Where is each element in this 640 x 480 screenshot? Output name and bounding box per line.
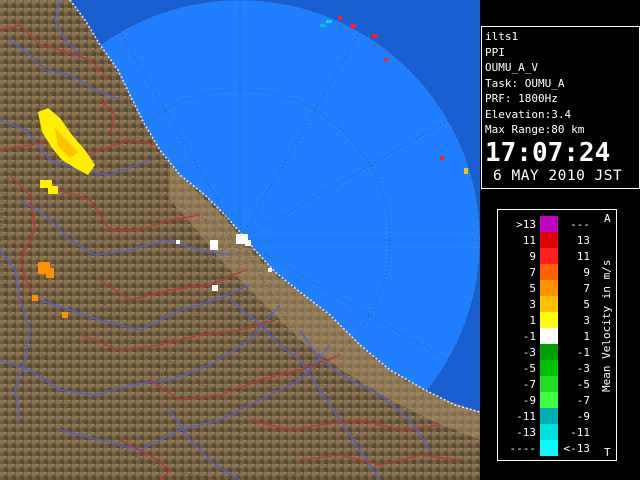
scan-date: 6 MAY 2010 JST [493, 167, 623, 184]
max-range-value: Max Range:80 km [485, 123, 585, 136]
task-name: Task: OUMU_A [485, 76, 565, 90]
legend-left-label: 7 [529, 266, 536, 279]
legend-right-label: -5 [577, 378, 590, 391]
legend-swatch [540, 440, 558, 456]
legend-left-label: -7 [523, 378, 536, 391]
legend-right-label: 5 [583, 298, 590, 311]
legend-bottom-marker: T [604, 446, 611, 459]
legend-right-label: -11 [570, 426, 590, 439]
legend-right-label: 1 [583, 330, 590, 343]
legend-swatch [540, 328, 558, 344]
legend-left-label: ---- [510, 442, 537, 455]
scan-time: 17:07:24 [485, 137, 611, 168]
legend-swatch [540, 376, 558, 392]
legend-left-label: -13 [516, 426, 536, 439]
legend-swatch [540, 296, 558, 312]
scan-mode: PPI [485, 45, 505, 59]
legend-left-label: 11 [523, 234, 536, 247]
radar-map[interactable] [0, 0, 480, 480]
elevation-value: Elevation:3.4 [485, 107, 572, 121]
station-name: ilts1 [485, 30, 519, 43]
legend-title: Mean Velocity in m/s [600, 260, 613, 392]
legend-swatch [540, 232, 558, 248]
prf-value: PRF: 1800Hz [485, 92, 558, 105]
legend-right-label: <-13 [564, 442, 591, 455]
legend-right-label: -7 [577, 394, 590, 407]
legend-left-label: 1 [529, 314, 536, 327]
legend-swatch [540, 264, 558, 280]
legend-right-label: 11 [577, 250, 590, 263]
legend-swatch [540, 280, 558, 296]
legend-left-label: -3 [523, 346, 536, 359]
legend-swatch [540, 408, 558, 424]
legend-right-label: 7 [583, 282, 590, 295]
legend-swatch [540, 360, 558, 376]
legend-right-label: 13 [577, 234, 590, 247]
legend-right-label: 9 [583, 266, 590, 279]
legend-swatch [540, 248, 558, 264]
legend-swatch [540, 344, 558, 360]
legend-swatch [540, 392, 558, 408]
radar-info-panel: ilts1 PPI OUMU_A_V Task: OUMU_A PRF: 180… [481, 26, 640, 189]
legend-right-label: --- [570, 218, 590, 231]
legend-right-label: -9 [577, 410, 590, 423]
legend-left-label: -9 [523, 394, 536, 407]
legend-right-label: -1 [577, 346, 590, 359]
product-name: OUMU_A_V [485, 61, 538, 74]
legend-right-label: 3 [583, 314, 590, 327]
legend-left-label: -1 [523, 330, 536, 343]
legend-top-marker: A [604, 212, 611, 225]
legend-left-label: 3 [529, 298, 536, 311]
legend-right-label: -3 [577, 362, 590, 375]
legend-left-label: >13 [516, 218, 536, 231]
legend-swatch [540, 424, 558, 440]
legend-swatch [540, 312, 558, 328]
legend-left-label: 5 [529, 282, 536, 295]
legend-left-label: -11 [516, 410, 536, 423]
legend-left-label: 9 [529, 250, 536, 263]
legend-swatch [540, 216, 558, 232]
velocity-legend: >13 --- 11 13 9 11 7 9 5 7 3 5 1 3 -1 1 -3 -1 -5 -3 -7 -5 -9 -7… [497, 209, 617, 461]
legend-left-label: -5 [523, 362, 536, 375]
